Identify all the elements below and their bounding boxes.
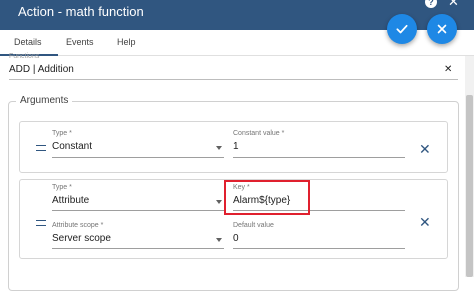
scrollbar-thumb[interactable] [466, 95, 473, 277]
arg1-constant-input[interactable]: 1 [233, 141, 239, 152]
tab-help[interactable]: Help [117, 37, 136, 47]
arg2-default-input[interactable]: 0 [233, 233, 239, 244]
arg1-type-underline [52, 157, 224, 158]
functions-select[interactable]: ADD | Addition [9, 64, 74, 75]
arg2-type-underline [52, 210, 224, 211]
arg2-default-label: Default value [233, 222, 274, 229]
arg1-constant-label: Constant value * [233, 130, 285, 137]
tab-events[interactable]: Events [66, 37, 94, 47]
remove-argument-icon[interactable]: ✕ [419, 214, 431, 231]
arg2-type-label: Type * [52, 184, 72, 191]
arg2-scope-underline [52, 248, 224, 249]
chevron-down-icon [216, 200, 222, 204]
functions-label: Functions [9, 53, 40, 60]
close-icon[interactable]: ✕ [448, 0, 459, 10]
arg2-default-underline [233, 248, 405, 249]
clear-function-icon[interactable]: ✕ [444, 64, 452, 75]
tab-details[interactable]: Details [14, 37, 42, 47]
chevron-down-icon [216, 146, 222, 150]
drag-handle-icon[interactable] [36, 145, 46, 151]
help-icon[interactable]: ? [425, 0, 437, 8]
arg2-type-select[interactable]: Attribute [52, 195, 89, 206]
dialog-title: Action - math function [18, 4, 144, 19]
drag-handle-icon[interactable] [36, 220, 46, 226]
arg2-scope-select[interactable]: Server scope [52, 233, 111, 244]
functions-underline [9, 79, 458, 80]
math-function-dialog: Action - math function ? ✕ Details Event… [0, 0, 474, 291]
arg1-constant-underline [233, 157, 405, 158]
arg2-scope-label: Attribute scope * [52, 222, 104, 229]
arg1-type-label: Type * [52, 130, 72, 137]
remove-argument-icon[interactable]: ✕ [419, 141, 431, 158]
tab-bar: Details Events Help [0, 30, 474, 56]
key-highlight-box [224, 180, 310, 215]
arg1-type-select[interactable]: Constant [52, 141, 92, 152]
chevron-down-icon [216, 238, 222, 242]
arguments-legend: Arguments [16, 95, 73, 106]
